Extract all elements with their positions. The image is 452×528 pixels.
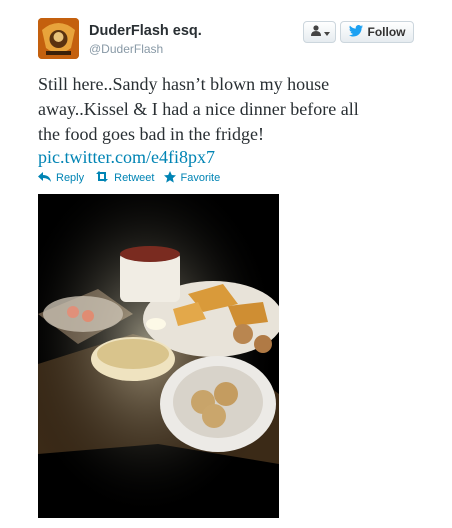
user-icon (310, 23, 322, 41)
star-icon (164, 170, 177, 186)
media-link[interactable]: pic.twitter.com/e4fi8px7 (38, 147, 215, 168)
reply-icon (38, 171, 52, 185)
author-name[interactable]: DuderFlash esq. (89, 23, 202, 39)
tweet-text-line: the food goes bad in the fridge! (38, 124, 264, 144)
tweet-text: Still here..Sandy hasn’t blown my house … (38, 72, 438, 147)
twitter-bird-icon (348, 24, 363, 40)
favorite-label: Favorite (180, 172, 221, 184)
chevron-down-icon (323, 23, 330, 41)
tweet-photo[interactable] (38, 194, 279, 518)
follow-button[interactable]: Follow (340, 21, 414, 43)
reply-action[interactable]: Reply (38, 171, 85, 185)
reply-label: Reply (56, 172, 85, 184)
retweet-icon (94, 171, 110, 185)
tweet-text-line: Still here..Sandy hasn’t blown my house (38, 74, 330, 94)
retweet-label: Retweet (114, 172, 155, 184)
retweet-action[interactable]: Retweet (94, 171, 154, 185)
favorite-action[interactable]: Favorite (164, 170, 221, 186)
tweet-actions: Reply Retweet Favorite (38, 170, 221, 186)
follow-label: Follow (367, 25, 406, 39)
tweet: DuderFlash esq. @DuderFlash Follow Still… (0, 0, 452, 528)
tweet-text-line: away..Kissel & I had a nice dinner befor… (38, 99, 359, 119)
user-actions-dropdown[interactable] (303, 21, 336, 43)
author-handle[interactable]: @DuderFlash (89, 42, 163, 56)
avatar[interactable] (38, 18, 79, 59)
